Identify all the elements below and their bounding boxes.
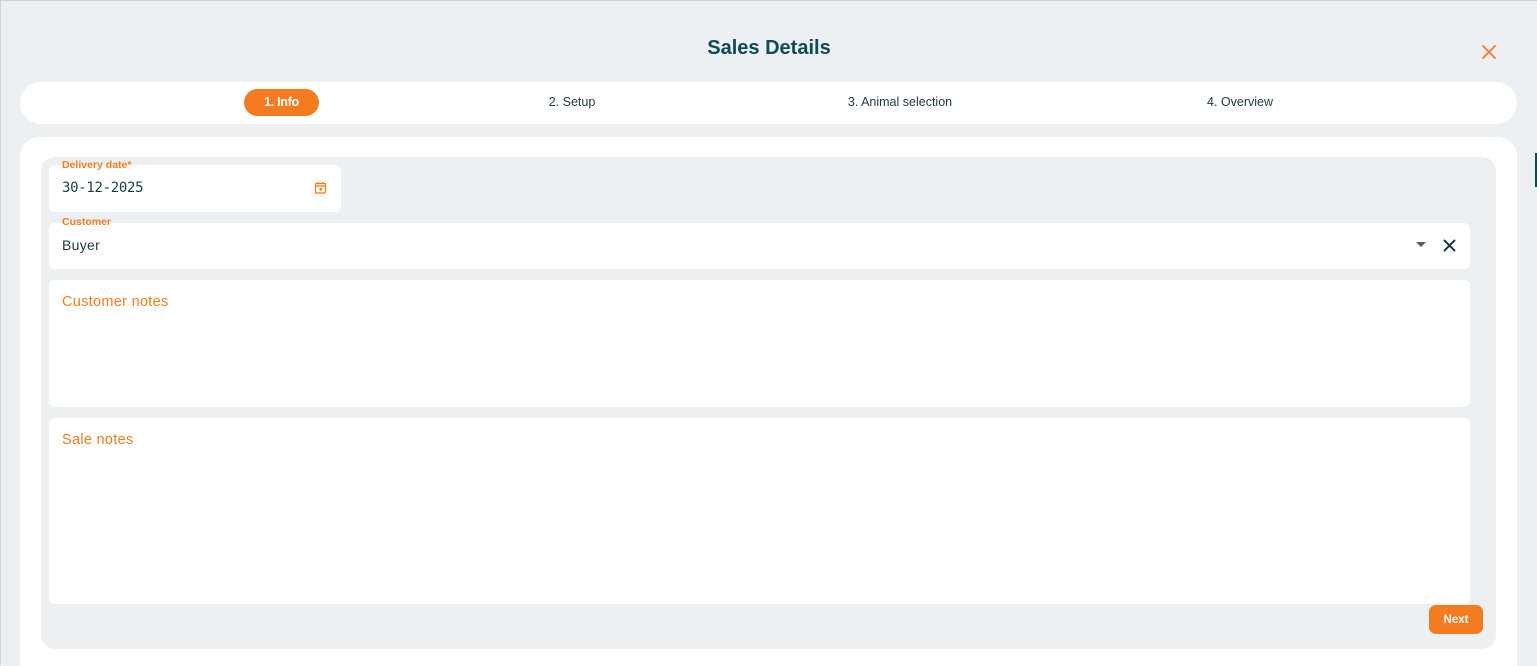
clear-icon[interactable] xyxy=(1443,239,1456,252)
close-icon[interactable] xyxy=(1480,43,1498,61)
customer-notes-textarea[interactable]: Customer notes xyxy=(49,280,1470,407)
step-setup[interactable]: 2. Setup xyxy=(532,89,612,116)
step-animal-selection[interactable]: 3. Animal selection xyxy=(835,89,965,116)
step-info[interactable]: 1. Info xyxy=(244,89,319,116)
delivery-date-label: Delivery date* xyxy=(62,159,132,171)
delivery-date-value[interactable]: 30-12-2025 xyxy=(62,180,144,196)
step-overview[interactable]: 4. Overview xyxy=(1195,89,1285,116)
customer-notes-placeholder: Customer notes xyxy=(62,294,169,310)
delivery-date-field[interactable]: Delivery date* 30-12-2025 xyxy=(49,159,341,212)
dropdown-arrow-icon[interactable] xyxy=(1416,242,1426,248)
sale-notes-placeholder: Sale notes xyxy=(62,432,134,448)
sale-notes-textarea[interactable]: Sale notes xyxy=(49,418,1470,604)
next-button[interactable]: Next xyxy=(1429,605,1483,634)
customer-value[interactable]: Buyer xyxy=(62,237,100,253)
stepper: 1. Info 2. Setup 3. Animal selection 4. … xyxy=(20,82,1517,124)
customer-label: Customer xyxy=(62,216,112,228)
sales-details-dialog: Sales Details 1. Info 2. Setup 3. Animal… xyxy=(0,0,1537,666)
calendar-icon[interactable] xyxy=(314,181,327,194)
customer-field[interactable]: Customer Buyer xyxy=(49,216,1470,269)
dialog-title: Sales Details xyxy=(707,37,831,59)
